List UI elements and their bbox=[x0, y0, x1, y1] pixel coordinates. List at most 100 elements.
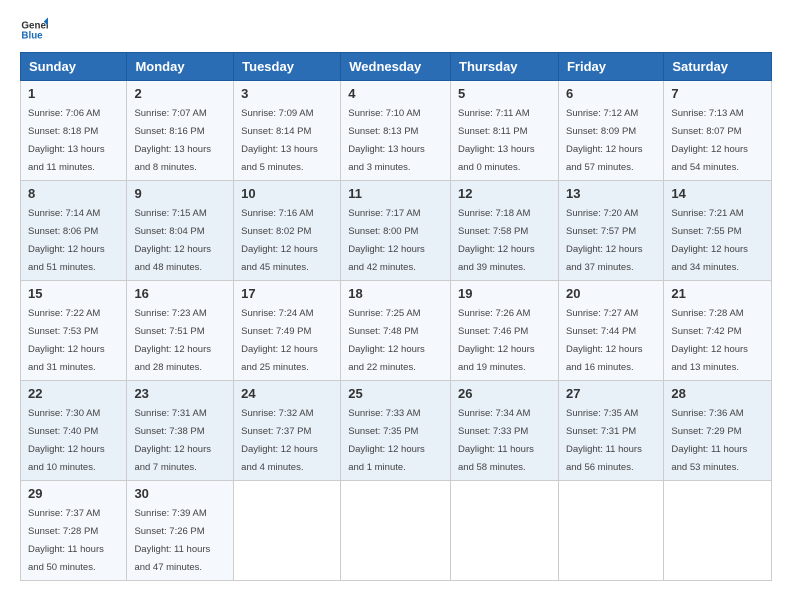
calendar-day-cell: 24 Sunrise: 7:32 AMSunset: 7:37 PMDaylig… bbox=[234, 381, 341, 481]
day-number: 29 bbox=[28, 486, 119, 501]
day-info: Sunrise: 7:27 AMSunset: 7:44 PMDaylight:… bbox=[566, 308, 643, 373]
calendar-table: SundayMondayTuesdayWednesdayThursdayFrid… bbox=[20, 52, 772, 581]
day-number: 28 bbox=[671, 386, 764, 401]
day-info: Sunrise: 7:17 AMSunset: 8:00 PMDaylight:… bbox=[348, 208, 425, 273]
day-number: 26 bbox=[458, 386, 551, 401]
calendar-day-cell: 1 Sunrise: 7:06 AMSunset: 8:18 PMDayligh… bbox=[21, 81, 127, 181]
calendar-week-row: 15 Sunrise: 7:22 AMSunset: 7:53 PMDaylig… bbox=[21, 281, 772, 381]
calendar-day-cell: 28 Sunrise: 7:36 AMSunset: 7:29 PMDaylig… bbox=[664, 381, 772, 481]
logo: General Blue bbox=[20, 16, 48, 44]
day-info: Sunrise: 7:14 AMSunset: 8:06 PMDaylight:… bbox=[28, 208, 105, 273]
calendar-body: 1 Sunrise: 7:06 AMSunset: 8:18 PMDayligh… bbox=[21, 81, 772, 581]
day-number: 13 bbox=[566, 186, 656, 201]
calendar-day-cell: 27 Sunrise: 7:35 AMSunset: 7:31 PMDaylig… bbox=[558, 381, 663, 481]
logo-icon: General Blue bbox=[20, 16, 48, 44]
day-number: 3 bbox=[241, 86, 333, 101]
day-number: 30 bbox=[134, 486, 226, 501]
weekday-cell: Saturday bbox=[664, 53, 772, 81]
calendar-day-cell: 18 Sunrise: 7:25 AMSunset: 7:48 PMDaylig… bbox=[341, 281, 451, 381]
day-info: Sunrise: 7:20 AMSunset: 7:57 PMDaylight:… bbox=[566, 208, 643, 273]
day-info: Sunrise: 7:10 AMSunset: 8:13 PMDaylight:… bbox=[348, 108, 425, 173]
day-info: Sunrise: 7:28 AMSunset: 7:42 PMDaylight:… bbox=[671, 308, 748, 373]
day-number: 9 bbox=[134, 186, 226, 201]
day-info: Sunrise: 7:36 AMSunset: 7:29 PMDaylight:… bbox=[671, 408, 747, 473]
day-number: 7 bbox=[671, 86, 764, 101]
calendar-day-cell: 15 Sunrise: 7:22 AMSunset: 7:53 PMDaylig… bbox=[21, 281, 127, 381]
day-number: 4 bbox=[348, 86, 443, 101]
day-number: 2 bbox=[134, 86, 226, 101]
day-number: 23 bbox=[134, 386, 226, 401]
day-info: Sunrise: 7:37 AMSunset: 7:28 PMDaylight:… bbox=[28, 508, 104, 573]
calendar-day-cell: 19 Sunrise: 7:26 AMSunset: 7:46 PMDaylig… bbox=[451, 281, 559, 381]
calendar-day-cell: 16 Sunrise: 7:23 AMSunset: 7:51 PMDaylig… bbox=[127, 281, 234, 381]
calendar-day-cell: 21 Sunrise: 7:28 AMSunset: 7:42 PMDaylig… bbox=[664, 281, 772, 381]
day-number: 20 bbox=[566, 286, 656, 301]
calendar-day-cell: 12 Sunrise: 7:18 AMSunset: 7:58 PMDaylig… bbox=[451, 181, 559, 281]
calendar-day-cell: 17 Sunrise: 7:24 AMSunset: 7:49 PMDaylig… bbox=[234, 281, 341, 381]
day-info: Sunrise: 7:21 AMSunset: 7:55 PMDaylight:… bbox=[671, 208, 748, 273]
day-info: Sunrise: 7:35 AMSunset: 7:31 PMDaylight:… bbox=[566, 408, 642, 473]
day-number: 19 bbox=[458, 286, 551, 301]
day-info: Sunrise: 7:33 AMSunset: 7:35 PMDaylight:… bbox=[348, 408, 425, 473]
day-number: 12 bbox=[458, 186, 551, 201]
calendar-day-cell: 20 Sunrise: 7:27 AMSunset: 7:44 PMDaylig… bbox=[558, 281, 663, 381]
calendar-day-cell: 7 Sunrise: 7:13 AMSunset: 8:07 PMDayligh… bbox=[664, 81, 772, 181]
day-number: 5 bbox=[458, 86, 551, 101]
day-number: 6 bbox=[566, 86, 656, 101]
day-info: Sunrise: 7:09 AMSunset: 8:14 PMDaylight:… bbox=[241, 108, 318, 173]
calendar-day-cell: 11 Sunrise: 7:17 AMSunset: 8:00 PMDaylig… bbox=[341, 181, 451, 281]
day-number: 24 bbox=[241, 386, 333, 401]
day-info: Sunrise: 7:39 AMSunset: 7:26 PMDaylight:… bbox=[134, 508, 210, 573]
calendar-week-row: 8 Sunrise: 7:14 AMSunset: 8:06 PMDayligh… bbox=[21, 181, 772, 281]
calendar-day-cell: 6 Sunrise: 7:12 AMSunset: 8:09 PMDayligh… bbox=[558, 81, 663, 181]
weekday-cell: Tuesday bbox=[234, 53, 341, 81]
calendar-week-row: 1 Sunrise: 7:06 AMSunset: 8:18 PMDayligh… bbox=[21, 81, 772, 181]
header: General Blue bbox=[20, 16, 772, 44]
day-info: Sunrise: 7:34 AMSunset: 7:33 PMDaylight:… bbox=[458, 408, 534, 473]
calendar-day-cell: 29 Sunrise: 7:37 AMSunset: 7:28 PMDaylig… bbox=[21, 481, 127, 581]
day-info: Sunrise: 7:06 AMSunset: 8:18 PMDaylight:… bbox=[28, 108, 105, 173]
calendar-day-cell: 8 Sunrise: 7:14 AMSunset: 8:06 PMDayligh… bbox=[21, 181, 127, 281]
day-number: 8 bbox=[28, 186, 119, 201]
calendar-day-cell: 5 Sunrise: 7:11 AMSunset: 8:11 PMDayligh… bbox=[451, 81, 559, 181]
day-number: 1 bbox=[28, 86, 119, 101]
day-info: Sunrise: 7:16 AMSunset: 8:02 PMDaylight:… bbox=[241, 208, 318, 273]
weekday-cell: Thursday bbox=[451, 53, 559, 81]
day-info: Sunrise: 7:18 AMSunset: 7:58 PMDaylight:… bbox=[458, 208, 535, 273]
calendar-day-cell bbox=[451, 481, 559, 581]
day-info: Sunrise: 7:23 AMSunset: 7:51 PMDaylight:… bbox=[134, 308, 211, 373]
calendar-day-cell bbox=[664, 481, 772, 581]
weekday-cell: Sunday bbox=[21, 53, 127, 81]
day-info: Sunrise: 7:13 AMSunset: 8:07 PMDaylight:… bbox=[671, 108, 748, 173]
day-info: Sunrise: 7:31 AMSunset: 7:38 PMDaylight:… bbox=[134, 408, 211, 473]
calendar-day-cell: 25 Sunrise: 7:33 AMSunset: 7:35 PMDaylig… bbox=[341, 381, 451, 481]
day-number: 21 bbox=[671, 286, 764, 301]
calendar-day-cell bbox=[341, 481, 451, 581]
calendar-day-cell: 26 Sunrise: 7:34 AMSunset: 7:33 PMDaylig… bbox=[451, 381, 559, 481]
day-info: Sunrise: 7:32 AMSunset: 7:37 PMDaylight:… bbox=[241, 408, 318, 473]
day-number: 27 bbox=[566, 386, 656, 401]
calendar-week-row: 22 Sunrise: 7:30 AMSunset: 7:40 PMDaylig… bbox=[21, 381, 772, 481]
day-number: 22 bbox=[28, 386, 119, 401]
day-number: 16 bbox=[134, 286, 226, 301]
calendar-day-cell: 2 Sunrise: 7:07 AMSunset: 8:16 PMDayligh… bbox=[127, 81, 234, 181]
calendar-day-cell: 22 Sunrise: 7:30 AMSunset: 7:40 PMDaylig… bbox=[21, 381, 127, 481]
day-info: Sunrise: 7:24 AMSunset: 7:49 PMDaylight:… bbox=[241, 308, 318, 373]
day-info: Sunrise: 7:07 AMSunset: 8:16 PMDaylight:… bbox=[134, 108, 211, 173]
day-number: 15 bbox=[28, 286, 119, 301]
weekday-cell: Wednesday bbox=[341, 53, 451, 81]
weekday-header: SundayMondayTuesdayWednesdayThursdayFrid… bbox=[21, 53, 772, 81]
calendar-day-cell bbox=[234, 481, 341, 581]
calendar-day-cell: 14 Sunrise: 7:21 AMSunset: 7:55 PMDaylig… bbox=[664, 181, 772, 281]
calendar-day-cell: 4 Sunrise: 7:10 AMSunset: 8:13 PMDayligh… bbox=[341, 81, 451, 181]
day-number: 25 bbox=[348, 386, 443, 401]
calendar-day-cell: 10 Sunrise: 7:16 AMSunset: 8:02 PMDaylig… bbox=[234, 181, 341, 281]
calendar-week-row: 29 Sunrise: 7:37 AMSunset: 7:28 PMDaylig… bbox=[21, 481, 772, 581]
day-number: 17 bbox=[241, 286, 333, 301]
calendar-day-cell: 3 Sunrise: 7:09 AMSunset: 8:14 PMDayligh… bbox=[234, 81, 341, 181]
day-info: Sunrise: 7:25 AMSunset: 7:48 PMDaylight:… bbox=[348, 308, 425, 373]
day-info: Sunrise: 7:12 AMSunset: 8:09 PMDaylight:… bbox=[566, 108, 643, 173]
weekday-cell: Monday bbox=[127, 53, 234, 81]
calendar-day-cell: 13 Sunrise: 7:20 AMSunset: 7:57 PMDaylig… bbox=[558, 181, 663, 281]
day-info: Sunrise: 7:15 AMSunset: 8:04 PMDaylight:… bbox=[134, 208, 211, 273]
